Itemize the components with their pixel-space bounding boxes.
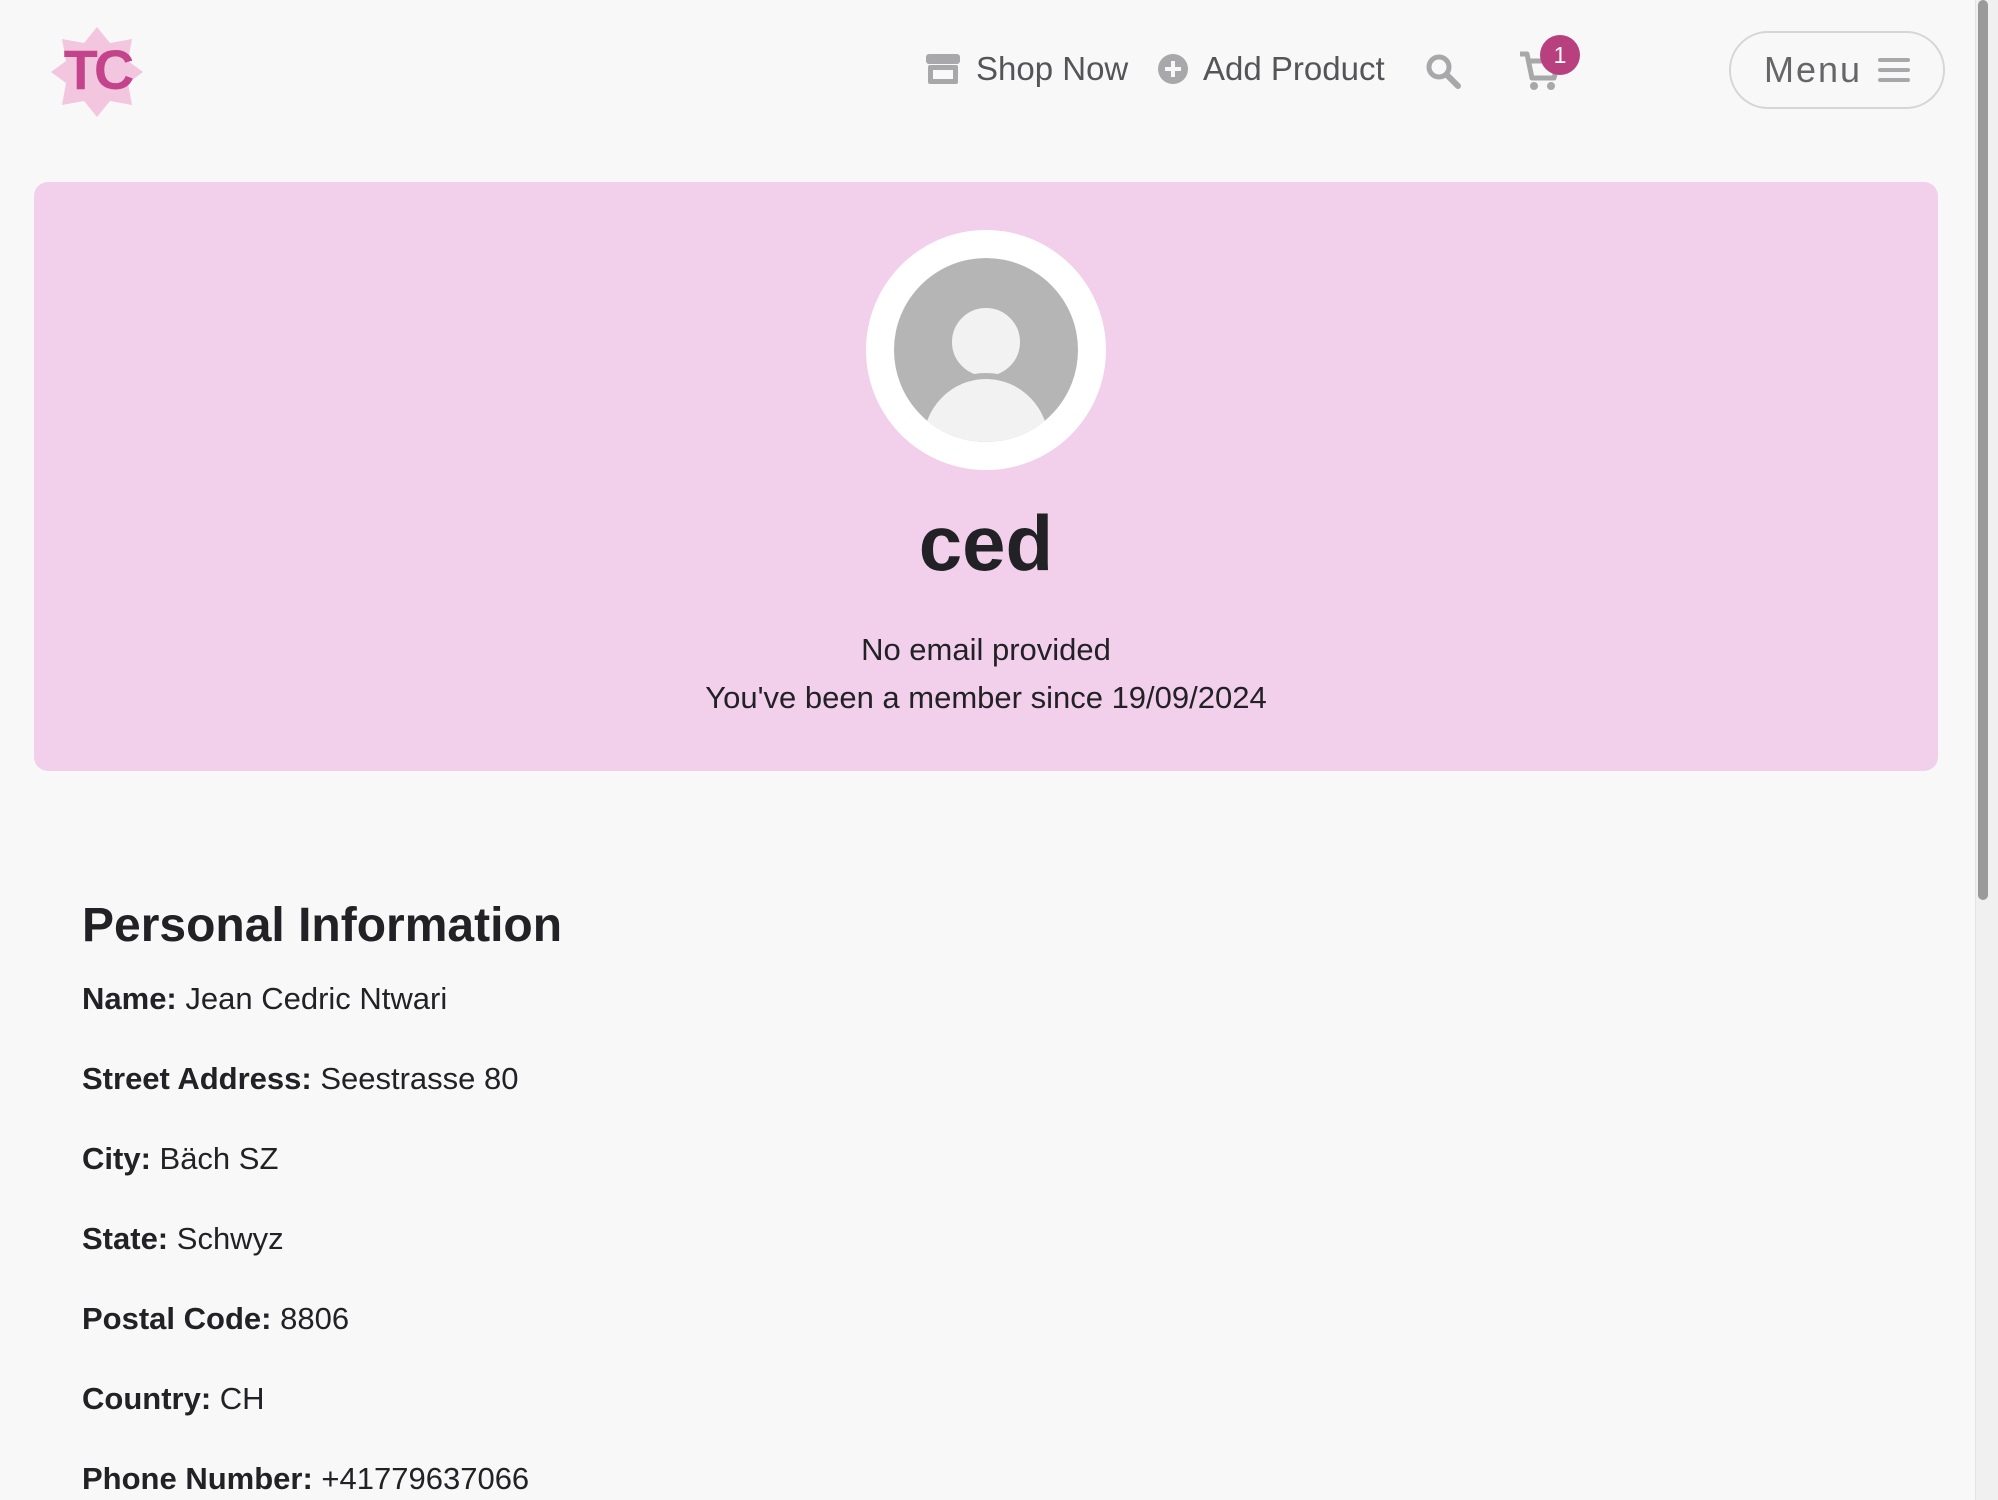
shop-now-label: Shop Now (976, 50, 1129, 87)
personal-info-title: Personal Information (82, 899, 563, 952)
info-value: Schwyz (176, 1221, 284, 1256)
info-value: Jean Cedric Ntwari (185, 981, 448, 1016)
info-label: Phone Number: (82, 1461, 313, 1496)
top-navbar: TC Shop Now Add Product 1 Menu (0, 0, 1978, 142)
page-scrollbar-thumb[interactable] (1978, 0, 1988, 900)
info-value: Bäch SZ (159, 1141, 279, 1176)
info-value: CH (219, 1381, 265, 1416)
info-label: Postal Code: (82, 1301, 272, 1336)
info-row-postal-code: Postal Code: 8806 (82, 1301, 349, 1337)
info-value: 8806 (280, 1301, 350, 1336)
info-label: Street Address: (82, 1061, 312, 1096)
info-row-phone-number: Phone Number: +41779637066 (82, 1461, 529, 1497)
info-row-city: City: Bäch SZ (82, 1141, 278, 1177)
svg-text:TC: TC (64, 38, 133, 101)
member-since-text: You've been a member since 19/09/2024 (705, 680, 1267, 715)
info-row-name: Name: Jean Cedric Ntwari (82, 981, 447, 1017)
hamburger-icon (1878, 57, 1911, 83)
shop-now-link[interactable]: Shop Now (924, 46, 1128, 92)
add-product-label: Add Product (1203, 50, 1385, 87)
cart-count-badge[interactable]: 1 (1540, 35, 1580, 75)
add-product-link[interactable]: Add Product (1157, 46, 1385, 92)
info-row-country: Country: CH (82, 1381, 265, 1417)
info-label: Name: (82, 981, 177, 1016)
menu-button[interactable]: Menu (1729, 31, 1945, 109)
info-label: City: (82, 1141, 151, 1176)
info-label: Country: (82, 1381, 212, 1416)
brand-logo[interactable]: TC (50, 25, 145, 120)
info-label: State: (82, 1221, 169, 1256)
menu-label: Menu (1763, 49, 1863, 90)
info-value: +41779637066 (321, 1461, 530, 1496)
info-value: Seestrasse 80 (320, 1061, 519, 1096)
store-icon (924, 52, 962, 86)
user-avatar-icon (866, 230, 1106, 470)
info-row-street-address: Street Address: Seestrasse 80 (82, 1061, 519, 1097)
info-row-state: State: Schwyz (82, 1221, 284, 1257)
profile-username: ced (918, 499, 1054, 587)
profile-email: No email provided (861, 632, 1111, 667)
search-icon[interactable] (1424, 52, 1462, 90)
plus-circle-icon (1157, 53, 1189, 85)
